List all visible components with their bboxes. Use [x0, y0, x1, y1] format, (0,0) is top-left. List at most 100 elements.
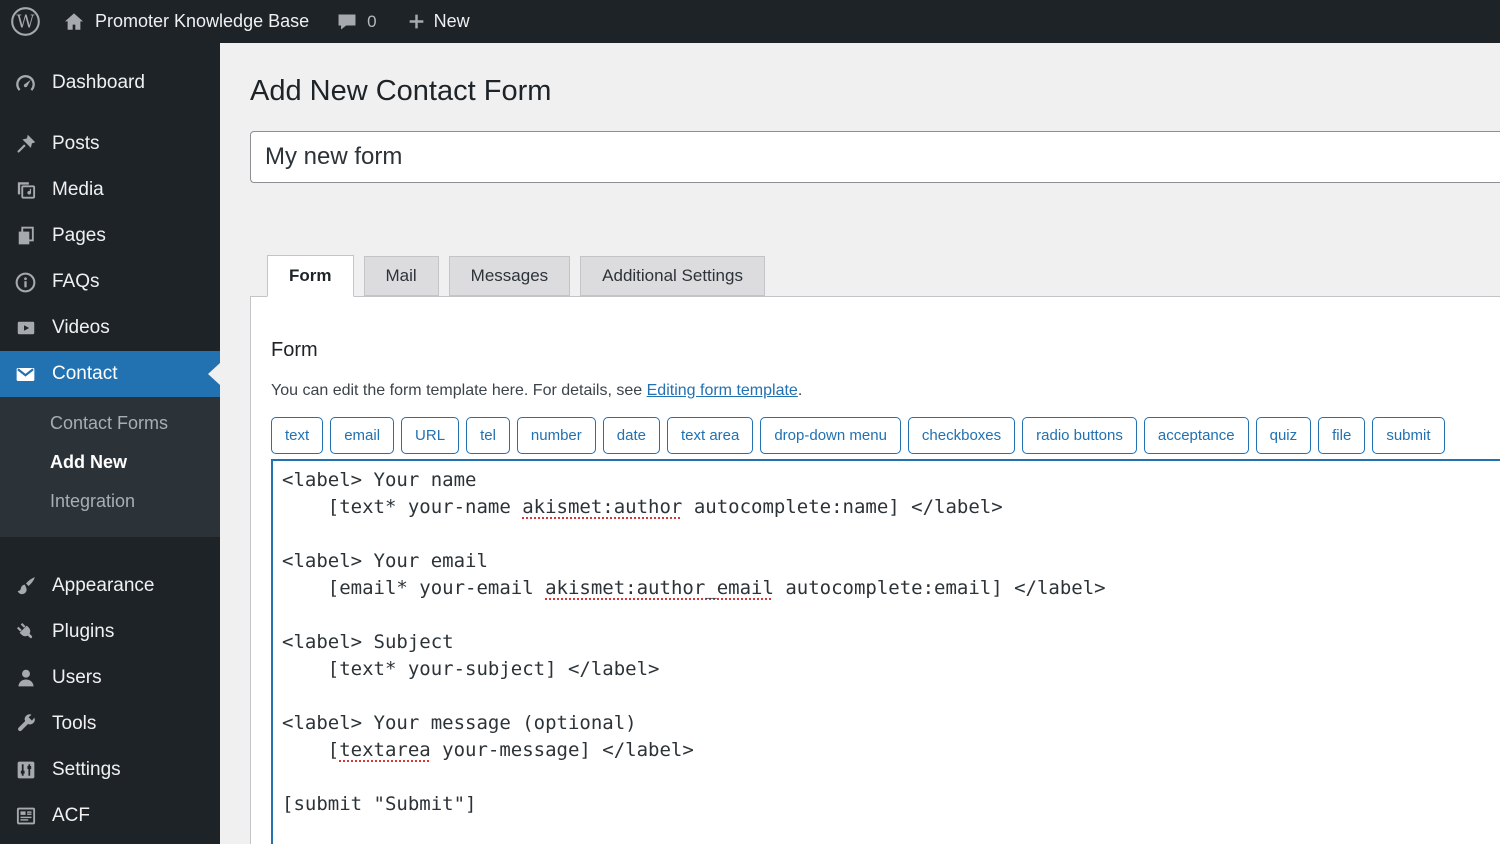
- tab-messages[interactable]: Messages: [448, 256, 571, 296]
- pushpin-icon: [13, 133, 38, 155]
- user-icon: [13, 667, 38, 689]
- sidebar-item-acf[interactable]: ACF: [0, 793, 220, 839]
- code-line: [submit "Submit"]: [282, 791, 1492, 818]
- tag-button-checkboxes[interactable]: checkboxes: [907, 417, 1016, 454]
- code-line: <label> Your message (optional): [282, 710, 1492, 737]
- admin-sidebar: Dashboard Posts Media Pages FAQs Videos Contac…: [0, 43, 220, 844]
- sidebar-item-label: Plugins: [52, 621, 115, 642]
- submenu-item-contact-forms[interactable]: Contact Forms: [0, 404, 220, 443]
- wordpress-logo-button[interactable]: W: [10, 0, 41, 43]
- tag-button-number[interactable]: number: [516, 417, 596, 454]
- code-line: <label> Subject: [282, 629, 1492, 656]
- tab-mail[interactable]: Mail: [363, 256, 439, 296]
- sidebar-item-label: Appearance: [52, 575, 155, 596]
- misspelled-token: akismet:author: [522, 496, 683, 518]
- page-title: Add New Contact Form: [250, 75, 552, 107]
- sidebar-item-contact[interactable]: Contact: [0, 351, 220, 397]
- sidebar-item-dashboard[interactable]: Dashboard: [0, 60, 220, 106]
- wrench-icon: [13, 713, 38, 735]
- sliders-icon: [13, 759, 38, 781]
- plugin-icon: [13, 621, 38, 643]
- code-text: your-message] </label>: [430, 739, 694, 761]
- code-line: [text* your-name akismet:author autocomp…: [282, 494, 1492, 521]
- brush-icon: [13, 575, 38, 597]
- tag-button-tel[interactable]: tel: [466, 417, 510, 454]
- sidebar-item-label: Dashboard: [52, 72, 145, 93]
- code-line: <label> Your name: [282, 467, 1492, 494]
- code-text: <label> Your email: [282, 550, 488, 572]
- sidebar-item-pages[interactable]: Pages: [0, 213, 220, 259]
- sidebar-item-label: Posts: [52, 133, 100, 154]
- tag-button-file[interactable]: file: [1318, 417, 1366, 454]
- code-text: autocomplete:email] </label>: [773, 577, 1106, 599]
- acf-icon: [13, 805, 38, 827]
- sidebar-item-label: FAQs: [52, 271, 100, 292]
- tag-button-acceptance[interactable]: acceptance: [1143, 417, 1249, 454]
- tag-button-drop-down-menu[interactable]: drop-down menu: [760, 417, 901, 454]
- code-text: <label> Your message (optional): [282, 712, 637, 734]
- tag-button-radio-buttons[interactable]: radio buttons: [1022, 417, 1137, 454]
- code-text: autocomplete:name] </label>: [682, 496, 1003, 518]
- tag-button-quiz[interactable]: quiz: [1255, 417, 1312, 454]
- code-line: <label> Your email: [282, 548, 1492, 575]
- tag-button-text[interactable]: text: [271, 417, 324, 454]
- code-line: [textarea your-message] </label>: [282, 737, 1492, 764]
- form-panel-heading: Form: [271, 339, 318, 361]
- tab-additional-settings[interactable]: Additional Settings: [580, 256, 765, 296]
- sidebar-item-media[interactable]: Media: [0, 167, 220, 213]
- envelope-icon: [13, 363, 38, 386]
- sidebar-item-label: Settings: [52, 759, 121, 780]
- menu-separator: [0, 106, 220, 121]
- submenu-item-add-new[interactable]: Add New: [0, 443, 220, 482]
- sidebar-item-settings[interactable]: Settings: [0, 747, 220, 793]
- new-content-button[interactable]: New: [407, 0, 470, 43]
- sidebar-item-videos[interactable]: Videos: [0, 305, 220, 351]
- sidebar-item-posts[interactable]: Posts: [0, 121, 220, 167]
- sidebar-item-label: Tools: [52, 713, 97, 734]
- description-text: You can edit the form template here. For…: [271, 382, 647, 399]
- tag-button-date[interactable]: date: [602, 417, 660, 454]
- editing-form-template-link[interactable]: Editing form template: [647, 382, 798, 399]
- tag-button-email[interactable]: email: [330, 417, 395, 454]
- sidebar-item-label: Users: [52, 667, 102, 688]
- form-panel: Form You can edit the form template here…: [250, 296, 1500, 844]
- form-panel-description: You can edit the form template here. For…: [271, 381, 1491, 401]
- code-text: <label> Your name: [282, 469, 477, 491]
- plus-icon: [407, 12, 426, 31]
- misspelled-token: textarea: [339, 739, 431, 761]
- media-icon: [13, 179, 38, 201]
- sidebar-item-label: Pages: [52, 225, 106, 246]
- form-template-textarea[interactable]: <label> Your name [text* your-name akism…: [271, 459, 1500, 844]
- sidebar-item-plugins[interactable]: Plugins: [0, 609, 220, 655]
- form-title-input[interactable]: [250, 131, 1500, 183]
- home-icon: [63, 11, 85, 33]
- tag-button-url[interactable]: URL: [401, 417, 460, 454]
- tag-button-submit[interactable]: submit: [1372, 417, 1445, 454]
- tab-form[interactable]: Form: [267, 255, 354, 297]
- code-line: [email* your-email akismet:author_email …: [282, 575, 1492, 602]
- menu-separator: [0, 537, 220, 563]
- comments-button[interactable]: 0: [336, 0, 377, 43]
- sidebar-item-tools[interactable]: Tools: [0, 701, 220, 747]
- sidebar-submenu: Contact Forms Add New Integration: [0, 397, 220, 537]
- sidebar-item-appearance[interactable]: Appearance: [0, 563, 220, 609]
- pages-icon: [13, 225, 38, 247]
- code-text: [text* your-subject] </label>: [282, 658, 660, 680]
- comments-count: 0: [367, 11, 377, 31]
- sidebar-item-faqs[interactable]: FAQs: [0, 259, 220, 305]
- sidebar-item-label: Media: [52, 179, 104, 200]
- tag-button-text-area[interactable]: text area: [666, 417, 754, 454]
- site-name-link[interactable]: Promoter Knowledge Base: [63, 0, 309, 43]
- new-label: New: [433, 11, 470, 31]
- sidebar-item-users[interactable]: Users: [0, 655, 220, 701]
- current-menu-arrow: [208, 363, 220, 385]
- video-icon: [13, 317, 38, 339]
- code-text: [text* your-name: [282, 496, 523, 518]
- sidebar-item-label: ACF: [52, 805, 90, 826]
- editor-tabs: Form Mail Messages Additional Settings: [250, 255, 1500, 297]
- submenu-item-integration[interactable]: Integration: [0, 482, 220, 521]
- site-name: Promoter Knowledge Base: [95, 11, 310, 31]
